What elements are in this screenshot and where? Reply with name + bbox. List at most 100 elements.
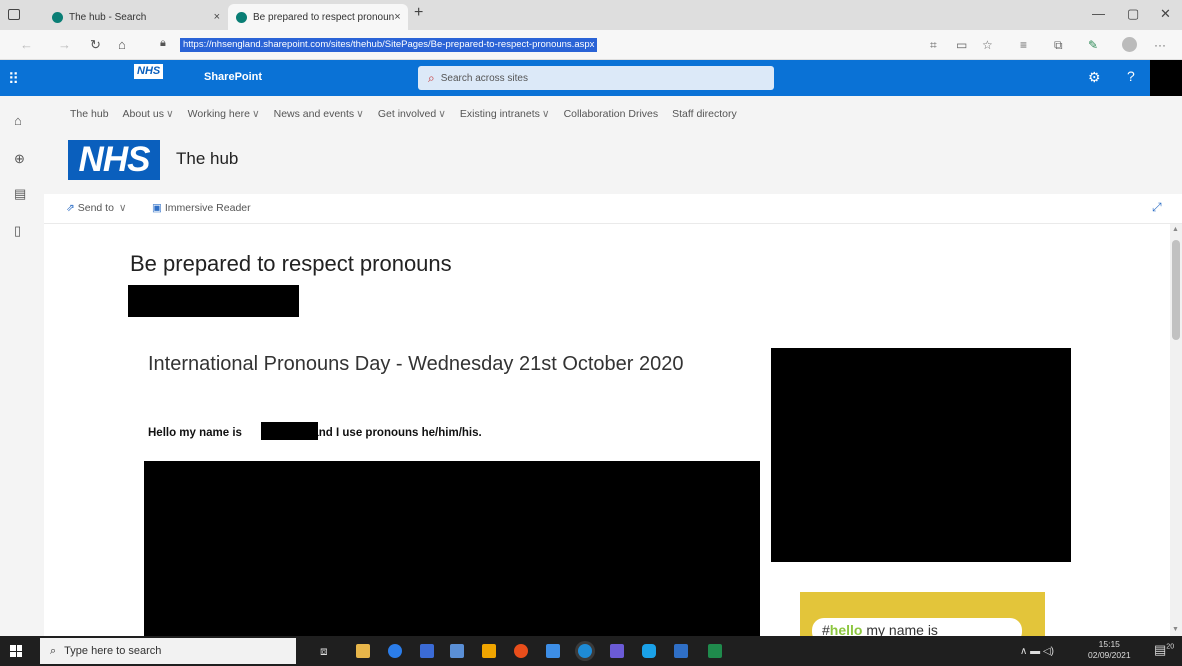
sharepoint-favicon-icon (236, 11, 247, 23)
site-title[interactable]: The hub (176, 149, 238, 169)
volume-icon[interactable]: ◁) (1043, 646, 1054, 657)
hub-navigation: The hub About us ∨ Working here ∨ News and… (44, 96, 1182, 132)
redacted-author (128, 285, 299, 317)
news-icon[interactable]: ▤ (14, 186, 26, 202)
tab-close-icon[interactable]: × (394, 11, 400, 23)
back-arrow-icon[interactable]: ← (20, 37, 33, 52)
taskbar-clock[interactable]: 15:15 02/09/2021 (1088, 639, 1131, 661)
excel-icon[interactable] (708, 644, 722, 658)
send-to-label: Send to (77, 202, 114, 214)
nav-item-collaboration-drives[interactable]: Collaboration Drives (564, 108, 659, 120)
nav-item-news-and-events[interactable]: News and events ∨ (274, 108, 364, 120)
nav-item-working-here[interactable]: Working here ∨ (188, 108, 260, 120)
chevron-down-icon: ∨ (118, 202, 127, 214)
windows-start-icon[interactable] (10, 645, 22, 657)
chevron-down-icon: ∨ (165, 108, 174, 120)
outlook-icon[interactable] (420, 644, 434, 658)
immersive-reader-icon: ▣ (152, 202, 162, 214)
search-icon: ⌕ (428, 70, 435, 85)
immersive-reader-label: Immersive Reader (164, 202, 251, 214)
sharepoint-app-name[interactable]: SharePoint (204, 71, 262, 83)
tab-label: Be prepared to respect pronoun (253, 11, 395, 23)
scrollbar-thumb[interactable] (1172, 240, 1180, 340)
edge-legacy-icon[interactable] (388, 644, 402, 658)
nav-item-get-involved[interactable]: Get involved ∨ (378, 108, 446, 120)
nav-item-staff-directory[interactable]: Staff directory (672, 108, 737, 120)
word-icon[interactable] (674, 644, 688, 658)
nav-item-the-hub[interactable]: The hub (70, 108, 109, 120)
system-tray[interactable]: ∧ ▬ ◁) (1020, 646, 1054, 657)
taskbar-search-box[interactable]: ⌕ Type here to search (40, 638, 296, 664)
redacted-image (771, 348, 1071, 562)
battery-icon[interactable]: ▬ (1030, 646, 1040, 657)
lock-icon[interactable]: 🔒︎ (160, 37, 166, 50)
notifications-icon[interactable]: ▤20 (1154, 642, 1174, 658)
outlook-app-icon[interactable] (546, 644, 560, 658)
send-icon: ⇗ (66, 202, 75, 214)
tab-actions-icon[interactable] (8, 9, 20, 20)
send-to-button[interactable]: ⇗ Send to ∨ (66, 202, 127, 214)
edge-icon[interactable] (578, 644, 592, 658)
home-icon[interactable]: ⌂ (118, 37, 126, 52)
url-text[interactable]: https://nhsengland.sharepoint.com/sites/… (180, 38, 598, 52)
new-tab-button[interactable]: + (414, 4, 423, 22)
sharepoint-favicon-icon (52, 11, 63, 23)
favorites-list-icon[interactable]: ≡ (1020, 38, 1027, 52)
refresh-icon[interactable]: ↻ (90, 37, 101, 53)
nav-item-about-us[interactable]: About us ∨ (123, 108, 174, 120)
task-view-icon[interactable]: ⧈ (320, 644, 328, 659)
site-search-box[interactable]: ⌕ Search across sites (418, 66, 774, 90)
teams-icon[interactable] (610, 644, 624, 658)
nhs-site-logo[interactable]: NHS (68, 140, 160, 180)
intro-prefix: Hello my name is (148, 427, 242, 439)
chevron-down-icon: ∨ (541, 108, 550, 120)
chrome-icon[interactable] (514, 644, 528, 658)
app-launcher-icon[interactable]: ⠿ (8, 70, 19, 88)
expand-icon[interactable]: ⤢ (1152, 200, 1162, 215)
document-icon[interactable]: ▯ (14, 223, 21, 239)
clock-date: 02/09/2021 (1088, 650, 1131, 660)
article-subheading: International Pronouns Day - Wednesday 2… (148, 353, 684, 375)
search-icon: ⌕ (50, 644, 57, 657)
nhs-badge-logo[interactable]: NHS (134, 64, 164, 79)
search-placeholder: Search across sites (440, 72, 528, 84)
home-icon[interactable]: ⌂ (14, 113, 22, 128)
close-window-button[interactable]: ✕ (1160, 6, 1171, 22)
chevron-up-icon[interactable]: ∧ (1020, 646, 1027, 657)
clock-time: 15:15 (1098, 639, 1120, 649)
maximize-button[interactable]: ▢ (1127, 6, 1139, 22)
chevron-down-icon: ∨ (251, 108, 260, 120)
browser-tab-active[interactable]: Be prepared to respect pronoun × (228, 4, 408, 30)
favorite-star-icon[interactable]: ☆ (982, 38, 993, 52)
redacted-user-avatar[interactable] (1150, 60, 1182, 96)
minimize-button[interactable]: — (1092, 6, 1105, 21)
collections-icon[interactable]: ⧉ (1054, 38, 1063, 53)
redacted-video (144, 461, 760, 636)
tab-label: The hub - Search (69, 11, 147, 23)
profile-avatar[interactable] (1122, 37, 1137, 52)
app-available-icon[interactable]: ⌗ (930, 38, 937, 53)
intro-suffix: and I use pronouns he/him/his. (312, 427, 482, 439)
read-aloud-icon[interactable]: ▭ (956, 38, 967, 52)
scroll-up-icon[interactable]: ▲ (1172, 226, 1179, 233)
extension-icon[interactable]: ✎ (1088, 38, 1098, 52)
file-explorer-icon[interactable] (356, 644, 370, 658)
forward-arrow-icon[interactable]: → (58, 37, 71, 52)
browser-tab-search[interactable]: The hub - Search × (44, 4, 228, 30)
globe-icon[interactable]: ⊕ (14, 151, 25, 167)
sticky-notes-icon[interactable] (482, 644, 496, 658)
redacted-name (261, 422, 318, 440)
app-icon[interactable] (450, 644, 464, 658)
settings-gear-icon[interactable]: ⚙ (1088, 69, 1101, 86)
immersive-reader-button[interactable]: ▣ Immersive Reader (152, 202, 251, 214)
more-menu-icon[interactable]: ··· (1154, 38, 1166, 52)
tab-close-icon[interactable]: × (214, 11, 220, 23)
chevron-down-icon: ∨ (438, 108, 446, 120)
help-icon[interactable]: ? (1127, 68, 1135, 84)
scroll-down-icon[interactable]: ▼ (1172, 626, 1179, 633)
skype-icon[interactable] (642, 644, 656, 658)
nav-item-existing-intranets[interactable]: Existing intranets ∨ (460, 108, 550, 120)
taskbar-search-placeholder: Type here to search (64, 645, 162, 657)
left-app-rail (0, 96, 44, 636)
page-title: Be prepared to respect pronouns (130, 251, 452, 276)
